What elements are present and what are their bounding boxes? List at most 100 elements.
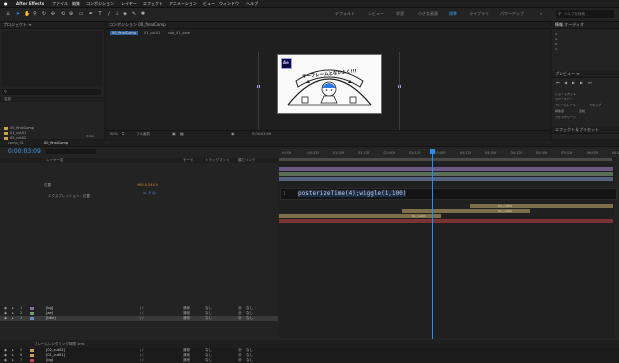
current-time-display[interactable]: 0:00:03:09: [8, 148, 41, 155]
menu-composition[interactable]: コンポジション: [86, 1, 114, 7]
parent-pickwhip-icon[interactable]: @: [238, 316, 242, 321]
work-area-bar[interactable]: [279, 158, 612, 161]
menu-effect[interactable]: エフェクト: [143, 1, 163, 7]
tab-info[interactable]: 情報: [555, 22, 563, 27]
anchor-tool-icon[interactable]: ⊕: [68, 11, 74, 17]
composition-canvas[interactable]: Ae キーフレームとなかよく!!!: [277, 54, 382, 114]
expression-editor[interactable]: 1 posterizeTime(4);wiggle(1,100): [280, 188, 617, 200]
timeline-layer-row[interactable]: ◉ ▸ 7 通常 なし @ なし [bg] ∕ ∕: [0, 358, 278, 363]
type-tool-icon[interactable]: T: [97, 11, 103, 17]
menu-file[interactable]: ファイル: [52, 1, 68, 7]
bpc-indicator[interactable]: 8 bpc: [86, 134, 94, 138]
preview-shortcut-value[interactable]: スペースバー: [555, 97, 573, 101]
fit-icon[interactable]: ⌗: [122, 131, 124, 136]
col-mode[interactable]: モード: [183, 158, 194, 163]
expand-arrow-icon[interactable]: ▸: [12, 358, 14, 363]
expression-code[interactable]: posterizeTime(4);wiggle(1,100): [298, 190, 407, 197]
workspace-menu-icon[interactable]: »: [540, 11, 542, 16]
prev-frame-icon[interactable]: ◀: [564, 80, 567, 85]
playhead[interactable]: [432, 149, 434, 339]
layer-trkmat-dropdown[interactable]: なし: [205, 316, 212, 321]
timeline-search-field[interactable]: [46, 149, 96, 154]
timeline-tab-finalcomp[interactable]: 00_finalComp: [44, 141, 68, 145]
timeline-layer-row[interactable]: ◉ ▸ 3 通常 なし @ なし [title] ∕ ∕: [0, 316, 278, 321]
help-search-box[interactable]: ⚲ ヘルプを検索: [556, 10, 614, 18]
rectangle-tool-icon[interactable]: ▭: [78, 11, 84, 17]
brush-tool-icon[interactable]: ∕: [106, 11, 112, 17]
menu-window[interactable]: ウィンドウ: [219, 1, 239, 7]
home-icon[interactable]: ⌂: [5, 11, 11, 17]
menu-animation[interactable]: アニメーション: [169, 1, 197, 7]
help-search-input[interactable]: ヘルプを検索: [564, 12, 585, 17]
project-panel-header[interactable]: プロジェクト ≡: [0, 22, 104, 29]
last-frame-icon[interactable]: ⏭: [588, 80, 592, 85]
workspace-small-screen[interactable]: 小さな画面: [418, 11, 438, 17]
viewer-tab-sub[interactable]: sub_01_dare: [168, 31, 190, 35]
workspace-learn[interactable]: 学習: [396, 11, 404, 17]
track-bar-ae[interactable]: [279, 172, 613, 176]
pan-tool-icon[interactable]: ✣: [50, 11, 56, 17]
layer-trkmat-dropdown[interactable]: なし: [205, 358, 212, 363]
workspace-standard[interactable]: 標準: [449, 11, 457, 17]
track-bar-cut03[interactable]: [470, 204, 613, 208]
layer-mode-dropdown[interactable]: 通常: [183, 316, 190, 321]
composition-panel-header[interactable]: コンポジション 00_finalComp: [106, 22, 550, 29]
tab-audio[interactable]: オーディオ: [564, 22, 584, 27]
layer-switches[interactable]: ∕ ∕: [140, 316, 143, 321]
snapshot-icon[interactable]: ◉: [231, 131, 235, 136]
zoom-dropdown[interactable]: 50%: [110, 132, 118, 136]
property-position-value[interactable]: 960.0,540.0: [137, 183, 158, 187]
layer-label-color[interactable]: [30, 349, 34, 352]
playhead-handle[interactable]: [430, 149, 436, 154]
layer-label-color[interactable]: [30, 317, 34, 320]
workspace-power-up[interactable]: パワーアップ: [500, 11, 524, 17]
visibility-icon[interactable]: ◉: [4, 358, 7, 363]
layer-parent-dropdown[interactable]: なし: [246, 316, 253, 321]
region-icon[interactable]: ▣: [172, 131, 176, 136]
selection-tool-icon[interactable]: ➤: [15, 11, 21, 17]
effects-panel-header[interactable]: エフェクト＆プリセット: [552, 127, 619, 134]
layer-label-color[interactable]: [30, 359, 34, 362]
info-audio-tabs[interactable]: 情報 オーディオ: [552, 22, 619, 29]
viewer-timecode[interactable]: 0;00;03;09: [252, 132, 271, 136]
col-parent[interactable]: 親とリンク: [238, 158, 256, 163]
layer-mode-dropdown[interactable]: 通常: [183, 358, 190, 363]
layer-parent-dropdown[interactable]: なし: [246, 358, 253, 363]
menu-help[interactable]: ヘルプ: [246, 1, 258, 7]
timeline-tab-comp01[interactable]: comp_01: [8, 141, 24, 145]
play-icon[interactable]: ▶: [572, 80, 575, 85]
preview-resolution-value[interactable]: 自動: [579, 109, 585, 113]
track-bar-bg-red[interactable]: [279, 219, 613, 223]
viewer-tab-cut01[interactable]: 01_cut01: [144, 31, 160, 35]
track-bar-title[interactable]: [279, 177, 613, 181]
track-bar-bg[interactable]: [279, 167, 613, 171]
eraser-tool-icon[interactable]: ◈: [122, 11, 128, 17]
menu-edit[interactable]: 編集: [72, 1, 80, 7]
workspace-default[interactable]: デフォルト: [335, 11, 355, 17]
viewer-tab-finalcomp[interactable]: 00_finalComp: [110, 31, 138, 35]
fullscreen-checkbox[interactable]: フルスクリーン: [555, 115, 576, 119]
project-search-field[interactable]: ⚲: [2, 89, 101, 95]
layer-label-color[interactable]: [30, 354, 34, 357]
rotate-tool-icon[interactable]: ⟲: [60, 11, 66, 17]
zoom-tool-icon[interactable]: ⚲: [32, 11, 38, 17]
puppet-tool-icon[interactable]: ✱: [140, 11, 146, 17]
hand-tool-icon[interactable]: ✋: [24, 11, 30, 17]
preview-panel-header[interactable]: プレビュー ≡: [552, 71, 619, 78]
orbit-tool-icon[interactable]: ↻: [41, 11, 47, 17]
next-frame-icon[interactable]: ▶: [580, 80, 583, 85]
roto-tool-icon[interactable]: ✎: [131, 11, 137, 17]
workspace-libraries[interactable]: ライブラリ: [469, 11, 489, 17]
col-layer-name[interactable]: レイヤー名: [46, 158, 63, 163]
layer-switches[interactable]: ∕ ∕: [140, 358, 143, 363]
app-menu[interactable]: After Effects: [16, 1, 44, 6]
expand-arrow-icon[interactable]: ▸: [12, 316, 14, 321]
parent-pickwhip-icon[interactable]: @: [238, 358, 242, 363]
menu-view[interactable]: ビュー: [203, 1, 215, 7]
layer-label-color[interactable]: [30, 307, 34, 310]
menu-layer[interactable]: レイヤー: [121, 1, 137, 7]
layer-name[interactable]: [title]: [46, 316, 56, 321]
layer-name[interactable]: [bg]: [46, 358, 53, 363]
expression-pickwhip-icon[interactable]: = ↗ ◎: [143, 190, 156, 195]
apple-icon[interactable]: ●: [4, 1, 8, 6]
